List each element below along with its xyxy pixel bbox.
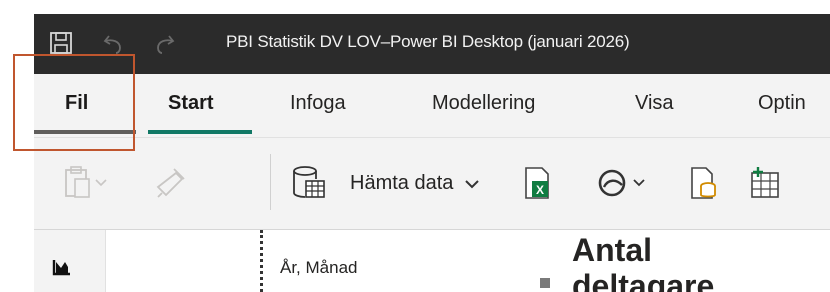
undo-icon[interactable] [100,30,126,56]
get-data-label: Hämta data [350,172,454,194]
ribbon-tab-bar: Fil Start Infoga Modellering Visa Optin [34,74,830,138]
toolbar-separator [270,154,271,210]
get-data-button[interactable]: Hämta data [350,172,479,195]
svg-text:X: X [536,183,544,197]
redo-icon[interactable] [152,30,178,56]
title-bar: PBI Statistik DV LOV–Power BI Desktop (j… [34,14,830,74]
slicer-border [260,230,263,292]
visual-title: Antal deltagare [572,232,714,292]
onelake-icon[interactable] [596,165,652,201]
get-data-icon[interactable] [290,165,330,201]
tab-visa[interactable]: Visa [635,92,674,115]
view-navigation [34,230,106,292]
visual-title-line1: Antal [572,232,652,268]
tab-modellering[interactable]: Modellering [432,92,535,115]
sql-icon[interactable] [686,165,722,201]
power-bi-window: PBI Statistik DV LOV–Power BI Desktop (j… [0,0,830,292]
legend-marker [540,278,550,288]
excel-icon[interactable]: X [520,165,556,201]
tab-optin[interactable]: Optin [758,92,806,115]
tab-start-underline [148,130,252,134]
screen-margin [0,0,830,14]
chevron-down-icon [465,172,479,195]
ribbon-toolbar: Hämta data X [34,138,830,230]
slicer-label[interactable]: År, Månad [280,258,358,278]
report-view-icon[interactable] [52,258,72,280]
tab-infoga[interactable]: Infoga [290,92,346,115]
save-icon[interactable] [48,30,74,56]
format-painter-icon[interactable] [152,165,188,201]
visual-title-line2: deltagare [572,268,715,292]
tab-start[interactable]: Start [168,92,214,115]
paste-icon[interactable] [62,165,110,201]
report-canvas: År, Månad Antal deltagare [106,230,830,292]
annotation-highlight-box [13,54,135,151]
enter-data-icon[interactable] [748,165,784,201]
window-title: PBI Statistik DV LOV–Power BI Desktop (j… [226,32,630,51]
